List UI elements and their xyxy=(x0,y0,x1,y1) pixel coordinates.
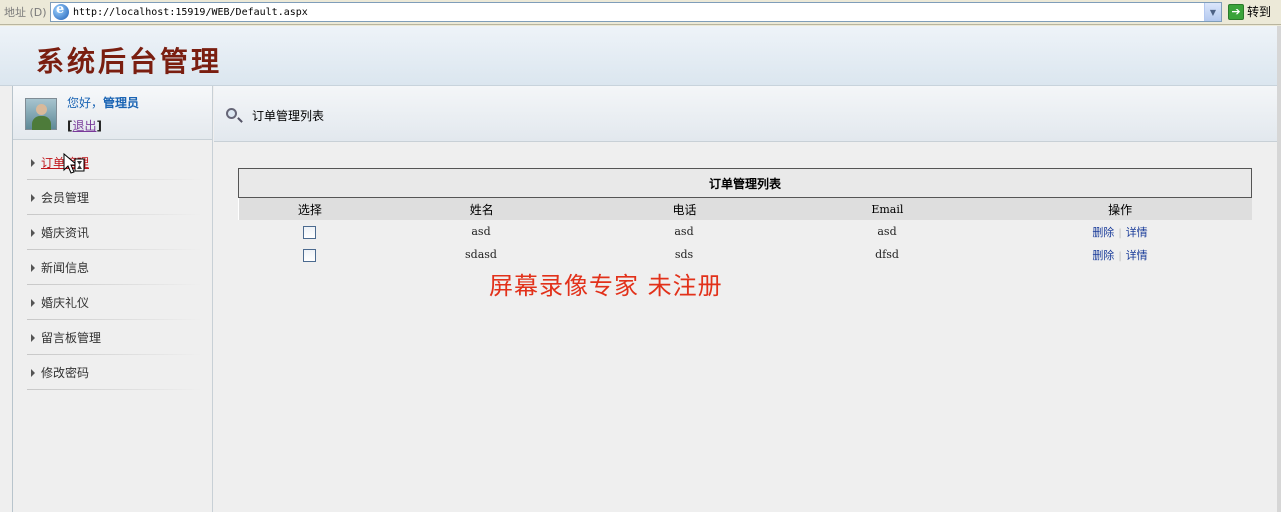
magnifier-icon xyxy=(226,108,237,119)
triangle-right-icon xyxy=(31,263,35,272)
phone-cell: sds xyxy=(674,248,694,261)
row-checkbox[interactable] xyxy=(302,248,316,262)
table-row: asd asd asd 删除 | 详情 xyxy=(238,220,1252,243)
sidebar: 您好，管理员 [退出] 订单管理 会员管理 婚庆资讯 新闻信息 婚庆礼仪 留言板… xyxy=(12,86,213,512)
select-cell xyxy=(238,248,380,262)
user-box: 您好，管理员 [退出] xyxy=(13,86,212,140)
column-header-name: 姓名 xyxy=(469,202,494,217)
watermark-text: 屏幕录像专家 未注册 xyxy=(489,272,723,300)
detail-link[interactable]: 详情 xyxy=(1126,249,1148,262)
right-edge-bar xyxy=(1277,26,1281,512)
column-header-phone: 电话 xyxy=(672,202,697,217)
delete-link[interactable]: 删除 xyxy=(1092,226,1114,239)
phone-cell: asd xyxy=(674,225,694,238)
table-row: sdasd sds dfsd 删除 | 详情 xyxy=(238,243,1252,266)
address-input[interactable]: http://localhost:15919/WEB/Default.aspx … xyxy=(50,2,1222,22)
delete-link[interactable]: 删除 xyxy=(1092,249,1114,262)
sidebar-item-orders[interactable]: 订单管理 xyxy=(13,145,212,180)
sidebar-item-label[interactable]: 留言板管理 xyxy=(41,329,101,346)
mouse-cursor-icon xyxy=(63,152,85,174)
sidebar-item-wedding-news[interactable]: 婚庆资讯 xyxy=(13,215,212,250)
action-separator: | xyxy=(1118,250,1122,262)
triangle-right-icon xyxy=(31,368,35,377)
sidebar-menu: 订单管理 会员管理 婚庆资讯 新闻信息 婚庆礼仪 留言板管理 修改密码 xyxy=(13,140,212,390)
sidebar-item-change-password[interactable]: 修改密码 xyxy=(13,355,212,390)
sidebar-item-members[interactable]: 会员管理 xyxy=(13,180,212,215)
table-header-row: 选择 姓名 电话 Email 操作 xyxy=(238,198,1252,220)
triangle-right-icon xyxy=(31,193,35,202)
logout: [退出] xyxy=(67,117,102,134)
email-cell: dfsd xyxy=(875,248,899,261)
actions-cell: 删除 | 详情 xyxy=(988,224,1252,240)
triangle-right-icon xyxy=(31,333,35,342)
table-caption: 订单管理列表 xyxy=(238,168,1252,198)
sidebar-item-label[interactable]: 新闻信息 xyxy=(41,259,89,276)
sidebar-item-news[interactable]: 新闻信息 xyxy=(13,250,212,285)
header: 系统后台管理 xyxy=(0,26,1281,86)
user-name: 管理员 xyxy=(103,96,140,110)
name-cell: sdasd xyxy=(465,248,497,261)
action-separator: | xyxy=(1118,227,1122,239)
detail-link[interactable]: 详情 xyxy=(1126,226,1148,239)
order-table: 订单管理列表 选择 姓名 电话 Email 操作 asd asd asd 删除 |… xyxy=(238,168,1252,266)
go-button[interactable]: ➔ 转到 xyxy=(1228,3,1271,20)
triangle-right-icon xyxy=(31,228,35,237)
content-header: 订单管理列表 xyxy=(214,86,1277,142)
logout-link[interactable]: 退出 xyxy=(72,119,96,133)
address-dropdown-icon[interactable]: ▼ xyxy=(1204,3,1221,21)
ie-page-icon xyxy=(53,2,69,20)
go-label[interactable]: 转到 xyxy=(1247,3,1271,20)
go-arrow-icon[interactable]: ➔ xyxy=(1228,3,1244,20)
address-url[interactable]: http://localhost:15919/WEB/Default.aspx xyxy=(73,7,308,18)
address-bar: 地址 (D) http://localhost:15919/WEB/Defaul… xyxy=(0,0,1281,25)
row-checkbox[interactable] xyxy=(302,225,316,239)
column-header-select: 选择 xyxy=(297,202,322,217)
sidebar-item-label[interactable]: 婚庆礼仪 xyxy=(41,294,89,311)
triangle-right-icon xyxy=(31,298,35,307)
actions-cell: 删除 | 详情 xyxy=(988,247,1252,263)
sidebar-item-wedding-etiquette[interactable]: 婚庆礼仪 xyxy=(13,285,212,320)
column-header-email: Email xyxy=(871,202,904,216)
greeting-text: 您好， xyxy=(67,96,104,110)
name-cell: asd xyxy=(471,225,491,238)
avatar xyxy=(25,98,57,130)
triangle-right-icon xyxy=(31,158,35,167)
address-label: 地址 (D) xyxy=(4,6,47,19)
greeting: 您好，管理员 xyxy=(67,94,139,111)
logout-bracket-close: ] xyxy=(96,119,102,133)
sidebar-item-guestbook[interactable]: 留言板管理 xyxy=(13,320,212,355)
column-header-actions: 操作 xyxy=(1108,202,1133,217)
sidebar-item-label[interactable]: 修改密码 xyxy=(41,364,89,381)
email-cell: asd xyxy=(877,225,897,238)
sidebar-item-label[interactable]: 会员管理 xyxy=(41,189,89,206)
select-cell xyxy=(238,225,380,239)
content-title: 订单管理列表 xyxy=(252,109,325,123)
site-title: 系统后台管理 xyxy=(36,45,223,78)
sidebar-item-label[interactable]: 婚庆资讯 xyxy=(41,224,89,241)
